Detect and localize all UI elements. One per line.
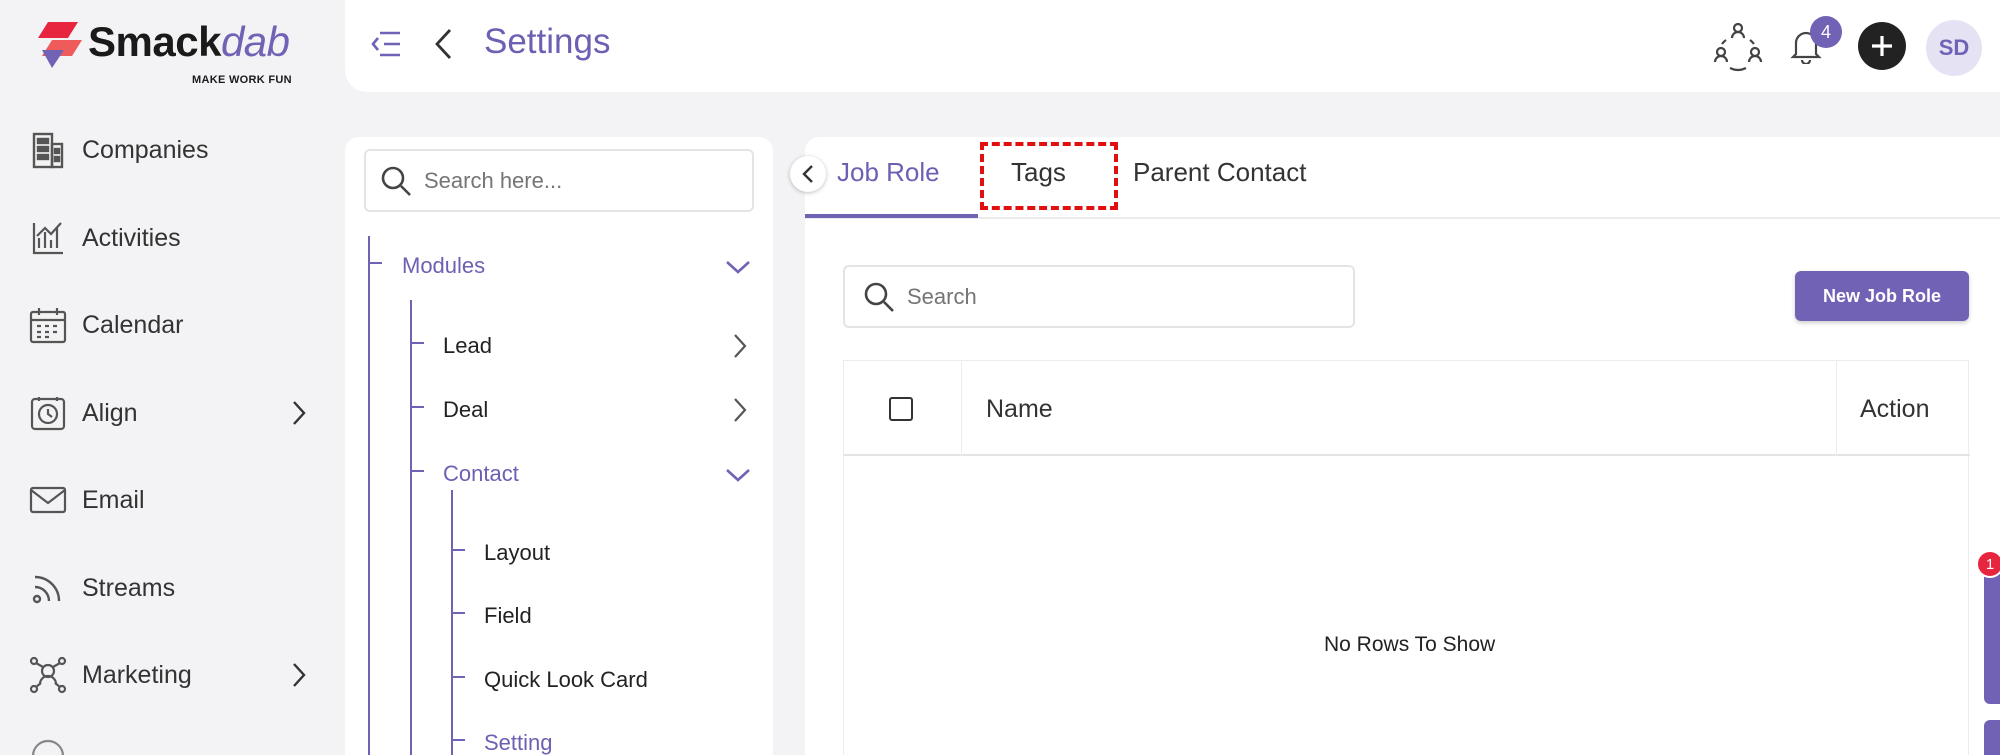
sidebar-item-label: Streams <box>82 573 176 602</box>
clock-icon <box>28 736 68 755</box>
column-header-name[interactable]: Name <box>986 395 1053 424</box>
tree-item-field[interactable]: Field <box>484 603 532 629</box>
tree-item-lead[interactable]: Lead <box>443 333 492 359</box>
tab-parent-contact[interactable]: Parent Contact <box>1133 157 1306 188</box>
tree-connector <box>451 537 465 551</box>
add-button[interactable] <box>1858 22 1906 70</box>
search-icon <box>864 282 894 312</box>
collapse-menu-icon[interactable] <box>370 28 402 60</box>
sidebar-item-partial[interactable] <box>28 728 308 755</box>
column-divider <box>1836 361 1837 456</box>
collapse-panel-button[interactable] <box>790 156 826 192</box>
new-job-role-button[interactable]: New Job Role <box>1795 271 1969 321</box>
tab-job-role[interactable]: Job Role <box>837 157 940 188</box>
tree-item-quick-look-card[interactable]: Quick Look Card <box>484 667 648 693</box>
rss-icon <box>28 568 68 608</box>
tags-tab-highlight <box>980 142 1118 210</box>
sidebar-item-label: Companies <box>82 135 209 164</box>
side-drawer-handle-secondary[interactable] <box>1984 720 2000 755</box>
sidebar-item-label: Email <box>82 485 145 514</box>
tree-item-modules[interactable]: Modules <box>402 253 485 279</box>
activity-chart-icon <box>28 218 68 258</box>
tree-line <box>410 300 412 755</box>
column-divider <box>961 361 962 456</box>
align-clock-icon <box>28 393 68 433</box>
sidebar-item-label: Calendar <box>82 310 184 339</box>
tree-item-layout[interactable]: Layout <box>484 540 550 566</box>
sidebar-item-align[interactable]: Align <box>28 385 308 441</box>
table-header: Name Action <box>844 361 1970 456</box>
tree-search-box[interactable] <box>364 149 754 212</box>
side-drawer-handle[interactable] <box>1984 562 2000 704</box>
avatar[interactable]: SD <box>1926 20 1982 76</box>
tree-connector <box>410 394 424 408</box>
chevron-left-icon <box>802 165 813 183</box>
page-title: Settings <box>484 22 611 61</box>
chevron-right-icon <box>293 663 306 687</box>
back-arrow-icon[interactable] <box>432 26 456 62</box>
tree-line <box>368 236 370 755</box>
sidebar-item-email[interactable]: Email <box>28 472 308 528</box>
network-icon <box>28 655 68 695</box>
active-tab-indicator <box>805 214 978 218</box>
sidebar-item-marketing[interactable]: Marketing <box>28 647 308 703</box>
job-role-table: Name Action No Rows To Show <box>843 360 1970 755</box>
sidebar-item-label: Align <box>82 398 138 427</box>
envelope-icon <box>28 480 68 520</box>
side-drawer-badge: 1 <box>1976 550 2000 578</box>
chevron-down-icon[interactable] <box>724 258 752 276</box>
logo-mark-icon <box>38 22 82 68</box>
select-all-checkbox[interactable] <box>889 397 913 421</box>
tree-line <box>451 490 453 755</box>
chevron-right-icon <box>293 401 306 425</box>
search-icon <box>381 166 411 196</box>
notification-badge: 4 <box>1810 16 1842 48</box>
empty-table-message: No Rows To Show <box>1324 633 1496 656</box>
tree-connector <box>368 250 382 264</box>
logo-text: Smackdab <box>88 18 290 65</box>
sidebar-item-activities[interactable]: Activities <box>28 210 308 266</box>
tree-search-input[interactable] <box>424 167 724 194</box>
team-cycle-icon[interactable] <box>1712 20 1764 72</box>
logo[interactable]: Smackdab MAKE WORK FUN <box>38 18 298 86</box>
logo-tagline: MAKE WORK FUN <box>192 74 292 86</box>
tree-item-deal[interactable]: Deal <box>443 397 488 423</box>
calendar-icon <box>28 305 68 345</box>
job-role-search-input[interactable] <box>907 283 1307 310</box>
tree-connector <box>451 664 465 678</box>
tree-connector <box>410 330 424 344</box>
sidebar-item-streams[interactable]: Streams <box>28 560 308 616</box>
sidebar-item-calendar[interactable]: Calendar <box>28 297 308 353</box>
plus-icon <box>1872 36 1892 56</box>
sidebar-item-label: Activities <box>82 223 181 252</box>
chevron-right-icon[interactable] <box>732 396 748 424</box>
building-icon <box>28 130 68 170</box>
tree-connector <box>410 458 424 472</box>
chevron-right-icon[interactable] <box>732 332 748 360</box>
tree-connector <box>451 727 465 741</box>
sidebar: Smackdab MAKE WORK FUN Companies Activit… <box>0 0 345 755</box>
tree-connector <box>451 600 465 614</box>
tree-item-contact[interactable]: Contact <box>443 461 519 487</box>
chevron-down-icon[interactable] <box>724 466 752 484</box>
column-header-action: Action <box>1860 395 1930 423</box>
sidebar-item-label: Marketing <box>82 660 192 689</box>
sidebar-item-companies[interactable]: Companies <box>28 122 308 178</box>
tree-item-setting[interactable]: Setting <box>484 730 553 755</box>
job-role-search-box[interactable] <box>843 265 1355 328</box>
